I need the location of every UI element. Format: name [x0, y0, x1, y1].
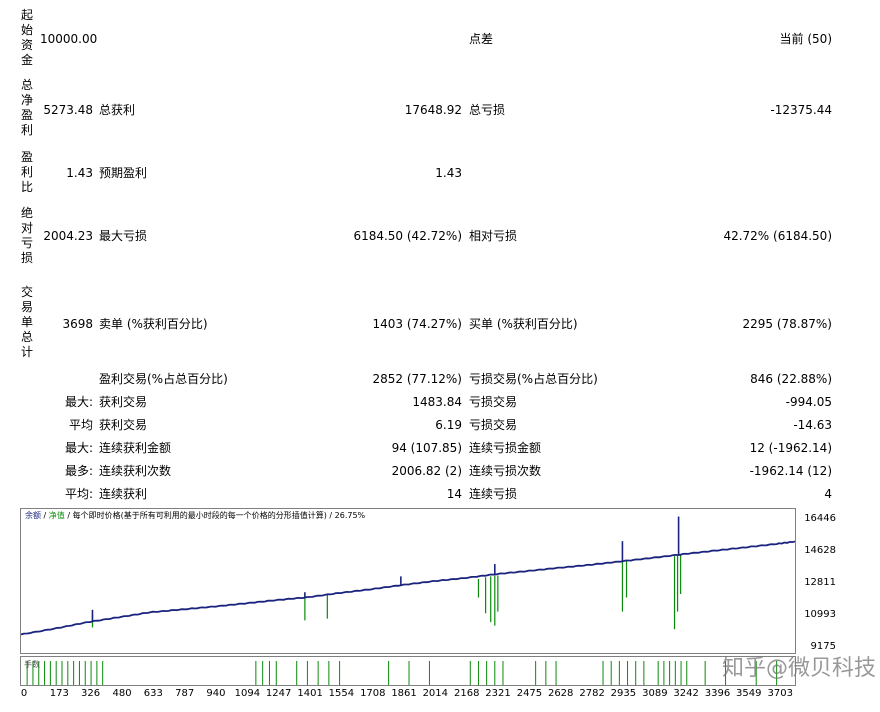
gross-loss-label: 总亏损: [469, 103, 506, 117]
avg-consec-prefix: 平均:: [64, 487, 93, 501]
relative-drawdown-value: 42.72% (6184.50): [723, 229, 832, 243]
x-tick-7: 1094: [234, 688, 261, 699]
relative-drawdown-label: 相对亏损: [469, 229, 518, 243]
x-tick-21: 3242: [673, 688, 699, 699]
long-positions-label: 买单 (%获利百分比): [469, 317, 578, 331]
x-tick-2: 326: [81, 688, 101, 699]
x-tick-4: 633: [143, 688, 163, 699]
balance-equity-plot: [21, 516, 795, 636]
maximal-losses-value: -1962.14 (12): [749, 464, 832, 478]
legend-model-text: 每个即时价格(基于所有可利用的最小时段的每一个价格的分形插值计算): [72, 511, 327, 520]
avg-consec-wins-label: 连续获利: [99, 487, 148, 501]
x-tick-16: 2475: [516, 688, 543, 699]
x-tick-20: 3089: [642, 688, 668, 699]
x-tick-1: 173: [49, 688, 69, 699]
volume-label: 手数: [24, 660, 40, 669]
short-positions-value: 1403 (74.27%): [372, 317, 462, 331]
x-tick-5: 787: [175, 688, 195, 699]
max-drawdown-value: 6184.50 (42.72%): [353, 229, 462, 243]
largest-profit-label: 获利交易: [99, 395, 148, 409]
chart-legend: 余额 / 净值 / 每个即时价格(基于所有可利用的最小时段的每一个价格的分形插值…: [25, 511, 366, 520]
gross-loss-value: -12375.44: [770, 103, 832, 117]
loss-trades-label: 亏损交易(%占总百分比): [469, 372, 598, 386]
gross-profit-value: 17648.92: [404, 103, 462, 117]
x-tick-15: 2321: [485, 688, 511, 699]
avg-consec-losses-value: 4: [824, 487, 832, 501]
profit-trades-value: 2852 (77.12%): [372, 372, 462, 386]
x-tick-19: 2935: [610, 688, 637, 699]
profit-trades-label: 盈利交易(%占总百分比): [99, 372, 228, 386]
y-axis: 16446 14628 12811 10993 9175: [796, 508, 836, 654]
avg-consec-wins-value: 14: [446, 487, 462, 501]
label-initial-deposit: 起始资金: [20, 8, 33, 67]
maximal-wins-label: 连续获利次数: [99, 464, 172, 478]
x-axis: 0 173 326 480 633 787 940 1094 1247 1401 1554 1708 1…: [20, 688, 796, 704]
expected-payoff-value: 1.43: [435, 166, 462, 180]
average-prefix: 平均: [68, 418, 93, 432]
x-tick-3: 480: [112, 688, 132, 699]
x-tick-17: 2628: [547, 688, 574, 699]
average-profit-value: 6.19: [435, 418, 462, 432]
largest-loss-value: -994.05: [785, 395, 832, 409]
max-consec-wins-label: 连续获利金额: [99, 441, 172, 455]
legend-balance: 余额: [25, 511, 41, 520]
net-profit-value: 5273.48: [43, 103, 93, 117]
largest-prefix: 最大:: [64, 395, 93, 409]
spread-label: 点差: [469, 32, 494, 46]
x-tick-6: 940: [206, 688, 226, 699]
legend-equity: 净值: [48, 511, 65, 520]
y-tick-0: 16446: [804, 513, 836, 524]
max-consec-losses-value: 12 (-1962.14): [749, 441, 832, 455]
max-consec-losses-label: 连续亏损金额: [469, 441, 542, 455]
max-consec-prefix: 最大:: [64, 441, 93, 455]
legend-percent: 26.75%: [334, 511, 366, 520]
maximal-losses-label: 连续亏损次数: [469, 464, 542, 478]
average-loss-label: 亏损交易: [469, 418, 518, 432]
x-tick-0: 0: [20, 688, 28, 699]
max-consec-wins-value: 94 (107.85): [391, 441, 462, 455]
loss-trades-value: 846 (22.88%): [750, 372, 832, 386]
absolute-drawdown-value: 2004.23: [43, 229, 93, 243]
x-tick-12: 1861: [391, 688, 417, 699]
largest-loss-label: 亏损交易: [469, 395, 518, 409]
y-tick-1: 14628: [804, 545, 836, 556]
x-tick-18: 2782: [579, 688, 605, 699]
label-profit-factor: 盈利比: [20, 150, 33, 194]
short-positions-label: 卖单 (%获利百分比): [99, 317, 208, 331]
average-loss-value: -14.63: [793, 418, 832, 432]
total-trades-value: 3698: [62, 317, 93, 331]
label-absolute-drawdown: 绝对亏损: [20, 206, 33, 265]
volume-plot: [26, 661, 778, 685]
x-tick-22: 3396: [704, 688, 731, 699]
x-tick-10: 1554: [328, 688, 355, 699]
balance-line: [21, 540, 795, 636]
initial-deposit-value: 10000.00: [40, 32, 98, 46]
balance-equity-chart[interactable]: 余额 / 净值 / 每个即时价格(基于所有可利用的最小时段的每一个价格的分形插值…: [20, 508, 796, 654]
avg-consec-losses-label: 连续亏损: [469, 487, 518, 501]
max-drawdown-label: 最大亏损: [99, 229, 148, 243]
volume-panel: 手数: [20, 656, 796, 686]
gross-profit-label: 总获利: [99, 103, 136, 117]
average-profit-label: 获利交易: [99, 418, 148, 432]
x-tick-11: 1708: [360, 688, 386, 699]
expected-payoff-label: 预期盈利: [99, 166, 148, 180]
largest-profit-value: 1483.84: [412, 395, 462, 409]
label-total-net-profit: 总净盈利: [20, 78, 33, 137]
y-tick-3: 10993: [804, 608, 836, 620]
maximal-prefix: 最多:: [64, 464, 93, 478]
x-tick-8: 1247: [265, 688, 292, 699]
x-tick-9: 1401: [297, 688, 323, 699]
x-tick-13: 2014: [422, 688, 449, 699]
watermark: 知乎@微贝科技: [722, 656, 877, 681]
y-tick-2: 12811: [804, 576, 836, 588]
profit-factor-value: 1.43: [66, 166, 93, 180]
label-total-trades: 交易单总计: [20, 285, 33, 359]
spread-value: 当前 (50): [779, 32, 832, 46]
x-tick-24: 3703: [767, 688, 793, 699]
maximal-wins-value: 2006.82 (2): [391, 464, 462, 478]
x-tick-23: 3549: [736, 688, 762, 699]
x-tick-14: 2168: [454, 688, 480, 699]
long-positions-value: 2295 (78.87%): [742, 317, 832, 331]
